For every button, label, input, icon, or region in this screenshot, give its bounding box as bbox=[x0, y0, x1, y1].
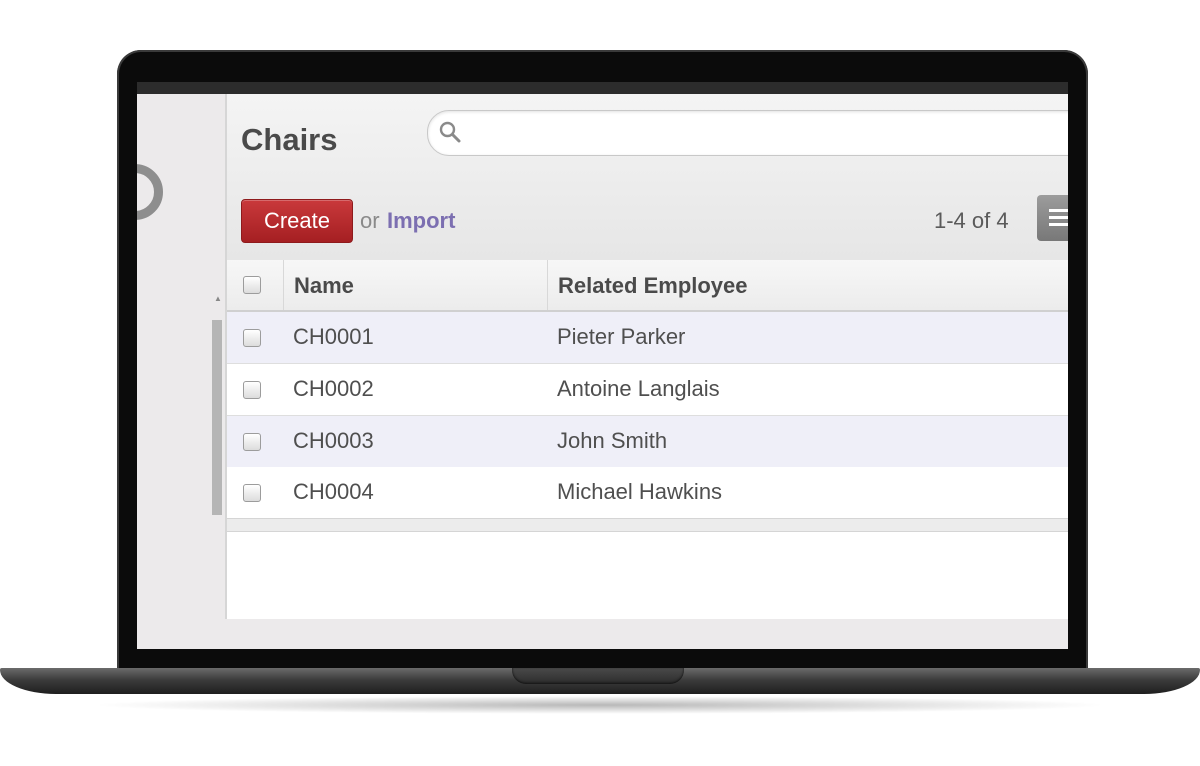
select-all-checkbox[interactable] bbox=[243, 276, 261, 294]
cell-name: CH0002 bbox=[293, 376, 374, 401]
cell-related-employee: Antoine Langlais bbox=[557, 376, 720, 401]
search-icon[interactable] bbox=[438, 120, 462, 144]
cell-related-employee: John Smith bbox=[557, 428, 668, 453]
scroll-up-arrow-icon[interactable]: ▲ bbox=[214, 294, 222, 303]
search-box[interactable] bbox=[427, 110, 1068, 156]
table-row[interactable]: CH0004 Michael Hawkins bbox=[227, 467, 1068, 519]
column-header-related-employee[interactable]: Related Employee bbox=[558, 273, 748, 299]
row-checkbox[interactable] bbox=[243, 329, 261, 347]
control-panel: Chairs Create or Import 1-4 of 4 bbox=[227, 94, 1068, 261]
table-row[interactable]: CH0003 John Smith bbox=[227, 416, 1068, 468]
create-button[interactable]: Create bbox=[241, 199, 353, 243]
column-separator bbox=[283, 260, 284, 310]
row-checkbox[interactable] bbox=[243, 381, 261, 399]
logo-ring-icon bbox=[137, 164, 163, 220]
column-header-name[interactable]: Name bbox=[294, 273, 354, 299]
cell-related-employee: Michael Hawkins bbox=[557, 479, 723, 504]
cell-name: CH0004 bbox=[293, 479, 374, 504]
list-view-icon[interactable] bbox=[1037, 195, 1068, 241]
or-label: or bbox=[360, 208, 380, 233]
cell-name: CH0001 bbox=[293, 324, 374, 349]
list-footer bbox=[227, 518, 1068, 532]
column-separator bbox=[547, 260, 548, 310]
import-link[interactable]: Import bbox=[387, 208, 455, 234]
row-checkbox[interactable] bbox=[243, 433, 261, 451]
row-checkbox[interactable] bbox=[243, 484, 261, 502]
laptop-shadow bbox=[90, 696, 1110, 714]
search-input[interactable] bbox=[470, 117, 1068, 149]
main-content: Chairs Create or Import 1-4 of 4 Name Re… bbox=[225, 94, 1068, 619]
pager-value[interactable]: 1-4 of 4 bbox=[934, 208, 1009, 234]
laptop-screen: ▲ Chairs Create or Import 1-4 of 4 Name … bbox=[137, 82, 1068, 649]
cell-related-employee: Pieter Parker bbox=[557, 324, 686, 349]
bottom-strip bbox=[225, 619, 1068, 649]
top-bar bbox=[137, 82, 1068, 94]
page-title: Chairs bbox=[241, 122, 338, 157]
list-header: Name Related Employee bbox=[227, 260, 1068, 312]
cell-name: CH0003 bbox=[293, 428, 374, 453]
scrollbar-thumb[interactable] bbox=[212, 320, 222, 515]
table-row[interactable]: CH0002 Antoine Langlais bbox=[227, 364, 1068, 416]
table-row[interactable]: CH0001 Pieter Parker bbox=[227, 312, 1068, 364]
laptop-hinge-notch bbox=[512, 668, 684, 684]
left-sidebar: ▲ bbox=[137, 94, 225, 649]
